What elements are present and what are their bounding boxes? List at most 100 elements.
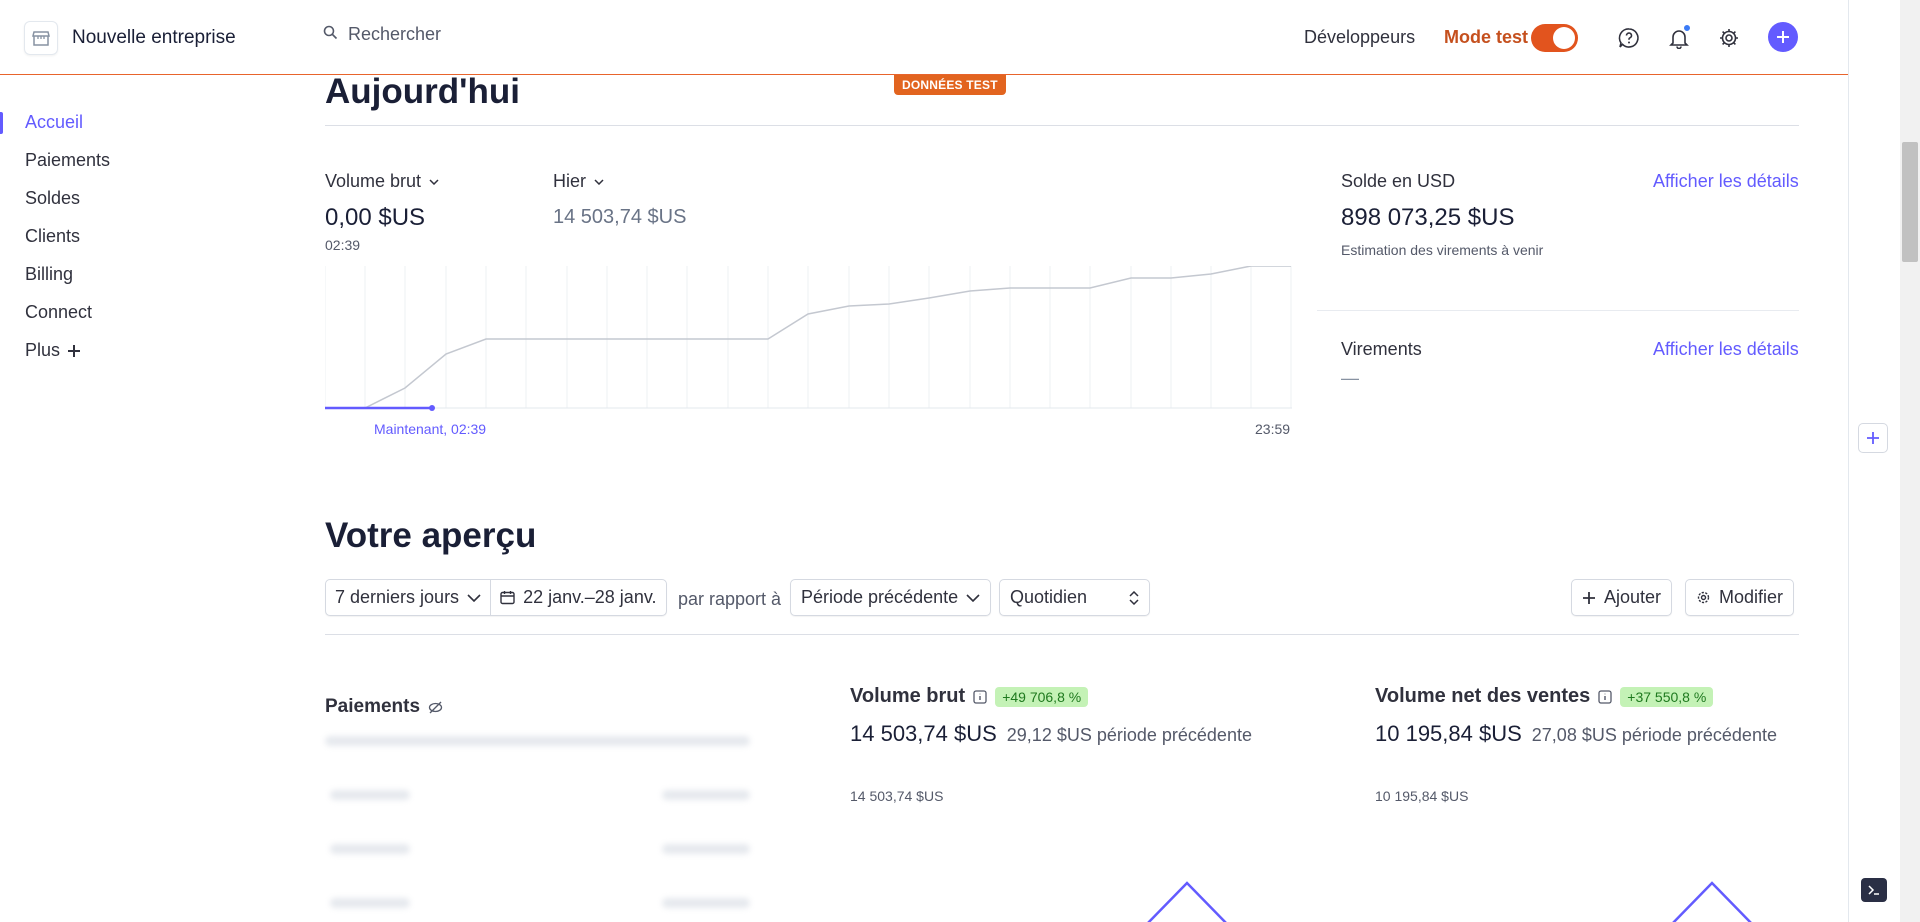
divider bbox=[1317, 310, 1799, 311]
date-picker[interactable]: 22 janv.–28 janv. bbox=[490, 580, 665, 615]
range-preset-select[interactable]: 7 derniers jours bbox=[326, 580, 490, 615]
blurred-row bbox=[330, 790, 410, 800]
balance-value: 898 073,25 $US bbox=[1341, 204, 1515, 231]
comparison-selector[interactable]: Hier bbox=[553, 171, 604, 192]
date-range: 22 janv.–28 janv. bbox=[523, 587, 657, 607]
plus-icon bbox=[1777, 31, 1789, 43]
interval-select[interactable]: Quotidien bbox=[999, 579, 1150, 616]
chart-axis-label: 14 503,74 $US bbox=[850, 788, 944, 804]
scrollbar[interactable] bbox=[1900, 0, 1920, 922]
chevron-down-icon bbox=[429, 178, 439, 185]
change-badge: +37 550,8 % bbox=[1620, 686, 1714, 707]
sidebar-item-plus[interactable]: Plus bbox=[25, 340, 81, 361]
balance-note: Estimation des virements à venir bbox=[1341, 242, 1544, 258]
blurred-row bbox=[325, 736, 750, 746]
plus-icon bbox=[1867, 432, 1879, 444]
end-time-label: 23:59 bbox=[1255, 421, 1291, 437]
gross-volume-card-value: 14 503,74 $US 29,12 $US période précéden… bbox=[850, 721, 1252, 747]
toggle-knob bbox=[1553, 27, 1575, 49]
card-title-text: Volume net des ventes bbox=[1375, 685, 1591, 707]
previous-period: 27,08 $US période précédente bbox=[1531, 725, 1777, 745]
yesterday-value: 14 503,74 $US bbox=[553, 206, 687, 228]
notification-dot bbox=[1683, 24, 1691, 32]
sidebar-item-accueil[interactable]: Accueil bbox=[25, 112, 83, 133]
compare-value: Période précédente bbox=[801, 587, 959, 607]
chart-axis-label: 10 195,84 $US bbox=[1375, 788, 1469, 804]
gear-icon[interactable] bbox=[1716, 25, 1742, 51]
developers-link[interactable]: Développeurs bbox=[1304, 27, 1415, 48]
sidebar-item-paiements[interactable]: Paiements bbox=[25, 150, 110, 171]
change-badge: +49 706,8 % bbox=[995, 686, 1089, 707]
balance-details-link[interactable]: Afficher les détails bbox=[1653, 171, 1799, 192]
gross-volume-selector[interactable]: Volume brut bbox=[325, 171, 439, 192]
chevron-up-down-icon bbox=[1129, 590, 1139, 605]
sidebar-item-connect[interactable]: Connect bbox=[25, 302, 92, 323]
now-label: Maintenant, 02:39 bbox=[374, 421, 487, 437]
sidebar: Accueil Paiements Soldes Clients Billing… bbox=[0, 76, 275, 922]
company-name: Nouvelle entreprise bbox=[72, 27, 236, 48]
payouts-label: Virements bbox=[1341, 339, 1422, 359]
sidebar-item-clients[interactable]: Clients bbox=[25, 226, 80, 247]
card-value: 14 503,74 $US bbox=[850, 721, 997, 746]
compare-select[interactable]: Période précédente bbox=[790, 579, 992, 616]
chevron-down-icon bbox=[467, 593, 481, 602]
compare-label: par rapport à bbox=[678, 589, 782, 609]
sparkline-line bbox=[1147, 881, 1227, 922]
terminal-button[interactable] bbox=[1861, 878, 1887, 902]
blurred-row bbox=[330, 898, 410, 908]
eye-off-icon bbox=[428, 701, 443, 713]
store-icon bbox=[24, 21, 58, 55]
sidebar-item-label: Plus bbox=[25, 340, 61, 360]
add-label: Ajouter bbox=[1604, 587, 1662, 607]
sidebar-item-soldes[interactable]: Soldes bbox=[25, 188, 80, 209]
payments-title: Paiements bbox=[325, 696, 421, 717]
date-range-control[interactable]: 7 derniers jours 22 janv.–28 janv. bbox=[325, 579, 667, 616]
calendar-icon bbox=[500, 591, 515, 605]
today-title: Aujourd'hui bbox=[325, 76, 520, 111]
net-volume-card-title[interactable]: Volume net des ventes +37 550,8 % bbox=[1375, 685, 1714, 708]
gross-volume-card-title[interactable]: Volume brut +49 706,8 % bbox=[850, 685, 1089, 708]
overview-title: Votre aperçu bbox=[325, 516, 537, 555]
divider bbox=[325, 634, 1799, 635]
payouts-details-link[interactable]: Afficher les détails bbox=[1653, 339, 1799, 360]
chevron-down-icon bbox=[594, 178, 604, 185]
plus-icon bbox=[1583, 591, 1595, 604]
info-icon bbox=[1598, 689, 1612, 704]
scroll-thumb[interactable] bbox=[1902, 142, 1918, 262]
test-mode-toggle[interactable] bbox=[1531, 24, 1578, 52]
interval-value: Quotidien bbox=[1010, 587, 1088, 607]
search-icon bbox=[323, 25, 338, 45]
card-title-text: Volume brut bbox=[850, 685, 966, 707]
net-volume-sparkline bbox=[1672, 881, 1752, 922]
sparkline-line bbox=[1672, 881, 1752, 922]
now-marker bbox=[429, 405, 435, 411]
plus-icon bbox=[68, 344, 81, 357]
account-switcher[interactable]: Nouvelle entreprise bbox=[24, 21, 236, 55]
info-icon bbox=[973, 689, 987, 704]
blurred-row bbox=[330, 844, 410, 854]
blurred-row bbox=[662, 790, 750, 800]
bell-icon[interactable] bbox=[1666, 24, 1692, 51]
edit-button[interactable]: Modifier bbox=[1685, 579, 1795, 616]
today-chart[interactable] bbox=[325, 266, 1292, 412]
chevron-down-icon bbox=[966, 593, 980, 602]
gross-volume-time: 02:39 bbox=[325, 237, 361, 253]
main-content: Aujourd'hui Volume brut 0,00 $US 02:39 H… bbox=[275, 76, 1848, 922]
create-button[interactable] bbox=[1768, 22, 1798, 52]
help-icon[interactable] bbox=[1616, 25, 1642, 51]
sidebar-item-billing[interactable]: Billing bbox=[25, 264, 73, 285]
yesterday-label: Hier bbox=[553, 171, 587, 191]
active-indicator bbox=[0, 112, 3, 134]
gross-volume-value: 0,00 $US bbox=[325, 204, 426, 231]
net-volume-card-value: 10 195,84 $US 27,08 $US période précéden… bbox=[1375, 721, 1777, 747]
payments-card-title[interactable]: Paiements bbox=[325, 696, 443, 718]
edit-label: Modifier bbox=[1719, 587, 1784, 607]
add-panel-button[interactable] bbox=[1858, 423, 1888, 453]
blurred-row bbox=[662, 844, 750, 854]
balance-label: Solde en USD bbox=[1341, 171, 1456, 191]
card-value: 10 195,84 $US bbox=[1375, 721, 1522, 746]
search-bar[interactable]: Rechercher bbox=[323, 24, 441, 45]
top-bar: Nouvelle entreprise Rechercher Développe… bbox=[0, 0, 1848, 75]
add-button[interactable]: Ajouter bbox=[1571, 579, 1673, 616]
divider bbox=[325, 125, 1799, 126]
